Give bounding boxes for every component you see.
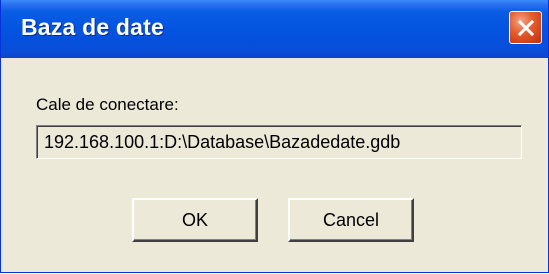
ok-button[interactable]: OK <box>132 198 258 242</box>
close-button[interactable] <box>509 11 542 44</box>
title-bar[interactable]: Baza de date <box>1 0 548 58</box>
ok-button-label: OK <box>181 209 208 230</box>
window-title: Baza de date <box>21 14 165 40</box>
connection-label: Cale de conectare: <box>36 95 179 114</box>
connection-path-field[interactable]: 192.168.100.1:D:\Database\Bazadedate.gdb <box>36 125 522 159</box>
close-icon <box>517 19 534 36</box>
dialog-body <box>4 58 545 270</box>
cancel-button[interactable]: Cancel <box>288 198 414 242</box>
cancel-button-label: Cancel <box>322 209 380 230</box>
